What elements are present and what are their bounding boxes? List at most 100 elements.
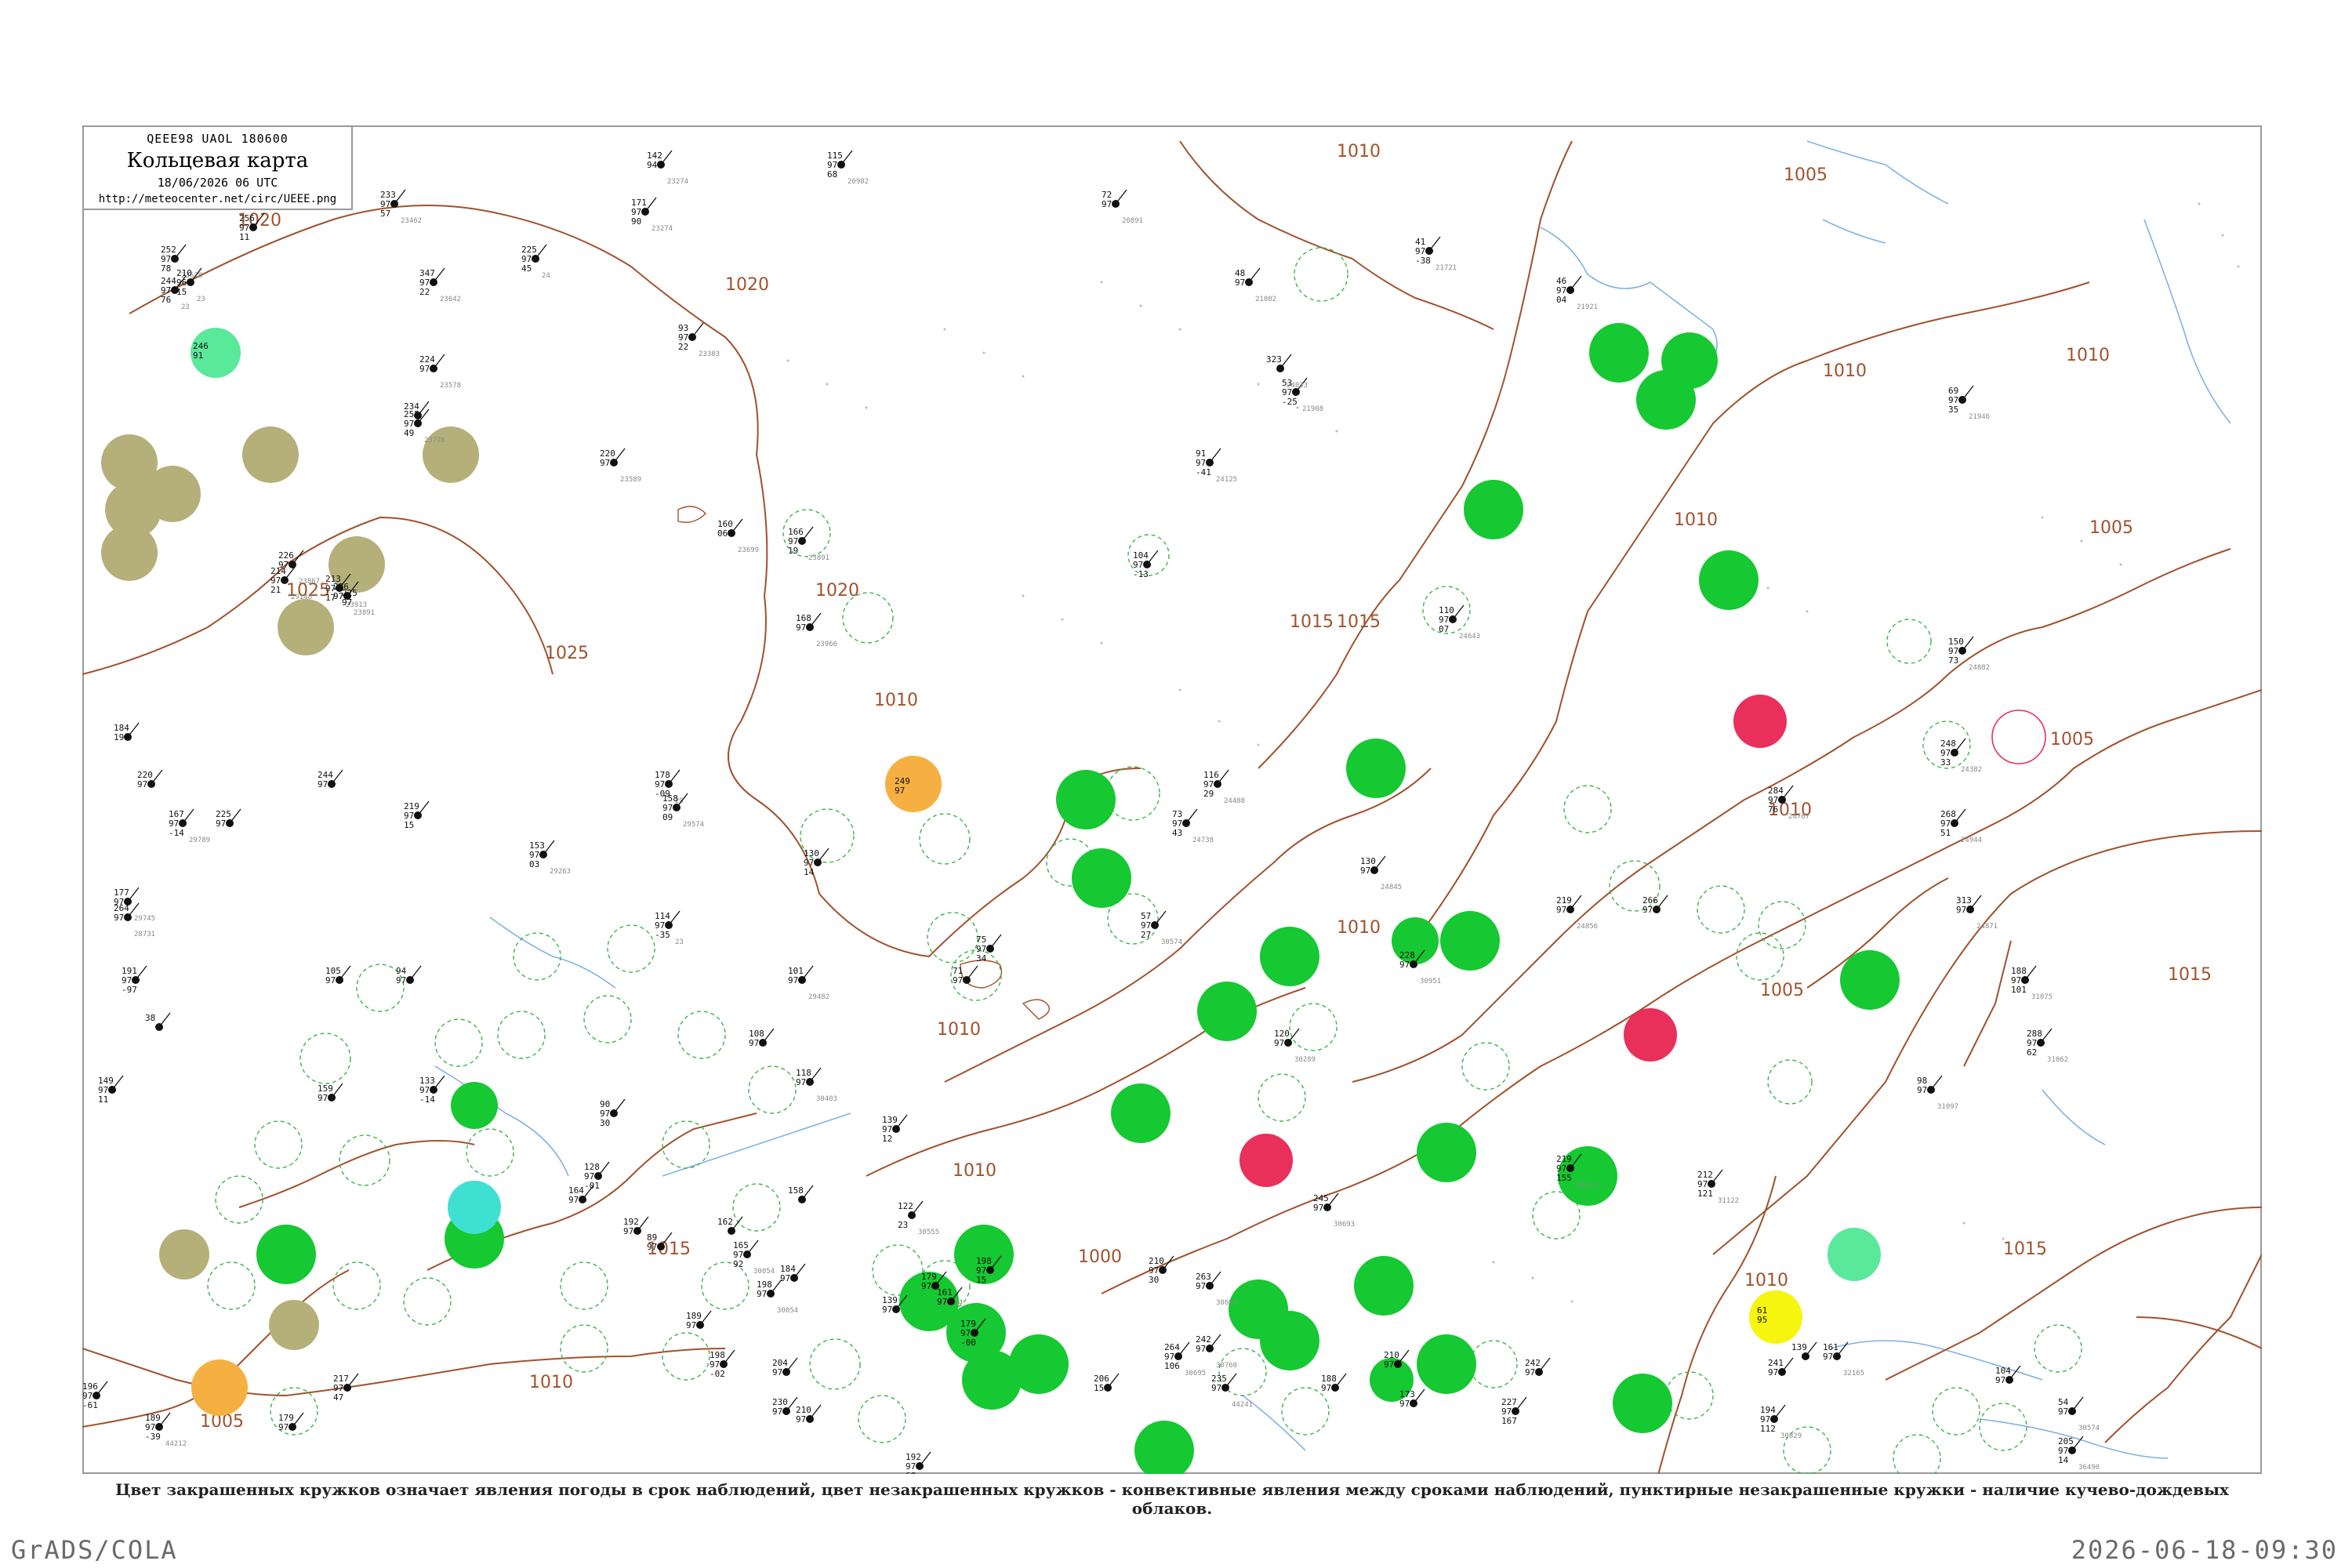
station-pressure: 97	[216, 818, 226, 829]
station-plot: 10597	[325, 965, 351, 985]
wind-barb	[1115, 189, 1127, 205]
station-index: 23383	[699, 350, 720, 358]
station-plot: 12897-01	[584, 1161, 610, 1191]
station-dewpoint: 155	[1556, 1173, 1572, 1183]
wind-barb	[1107, 1373, 1120, 1388]
rain-circle	[1464, 480, 1523, 539]
wind-barb	[433, 354, 445, 369]
station-index: 30289	[1294, 1056, 1316, 1064]
station-plot: 1600623699	[717, 518, 759, 554]
station-index: 20982	[848, 178, 869, 186]
wind-barb	[1428, 236, 1441, 252]
station-dewpoint: 167	[1501, 1416, 1517, 1426]
wind-barb	[2071, 1396, 2084, 1412]
station-index: 30054	[777, 1307, 798, 1315]
station-index: 24767	[1788, 813, 1809, 821]
station-index: 32165	[1843, 1370, 1864, 1377]
station-dewpoint: -25	[1282, 397, 1298, 407]
station-dewpoint: 21	[270, 585, 281, 595]
station-dewpoint: 04	[1556, 295, 1567, 305]
bulletin-code: QEEE98 UAOL 180600	[147, 132, 289, 146]
station-plot: 1689723966	[796, 612, 837, 648]
station-index: 21908	[1302, 405, 1323, 413]
orange-circle	[885, 756, 942, 812]
station-index: 23867	[299, 578, 320, 586]
station-pressure: 97	[1196, 1281, 1206, 1291]
station-index: 23578	[440, 382, 461, 390]
station-index: 23462	[401, 217, 422, 225]
station-index: 24125	[1216, 476, 1237, 484]
station-dewpoint: 121	[1697, 1189, 1713, 1199]
source-link[interactable]: http://meteocenter.net/circ/UEEE.png	[84, 193, 351, 205]
wind-barb	[1930, 1075, 1943, 1091]
station-plot: 21097	[796, 1404, 822, 1425]
station-plot: 15997	[318, 1083, 343, 1103]
wind-barb	[817, 848, 829, 863]
station-dewpoint: 33	[1940, 757, 1951, 768]
station-plot: 7197	[953, 965, 978, 985]
station-plot: 2199724856	[1556, 895, 1598, 931]
rain-circle	[256, 1225, 316, 1284]
station-pressure: 97	[796, 622, 806, 633]
station-pressure: 19	[114, 732, 124, 742]
station-plot: 909730	[600, 1098, 626, 1128]
wind-barb	[1327, 1192, 1339, 1208]
station-index: 23642	[440, 296, 461, 303]
snow-circle	[1828, 1228, 1881, 1281]
station-index: 44212	[165, 1440, 187, 1448]
station-pressure: 97	[1321, 1383, 1331, 1393]
station-plot: 233975723462	[380, 189, 422, 225]
station-index: 29482	[808, 993, 829, 1001]
wind-barb	[409, 965, 422, 981]
wind-barb	[229, 808, 241, 824]
station-plot: 23097	[772, 1396, 798, 1417]
rain-circle	[1840, 950, 1900, 1010]
circle-pressure: 97	[342, 597, 352, 608]
station-plot: 10497	[1995, 1365, 2021, 1385]
wind-barb	[1209, 1334, 1221, 1349]
station-pressure: 97	[953, 975, 963, 985]
station-index: 23699	[738, 546, 759, 554]
station-dewpoint: 57	[380, 209, 390, 219]
wind-barb	[1962, 636, 1974, 652]
station-dewpoint: 101	[2011, 985, 2027, 995]
station-plot: 3139724871	[1956, 895, 1998, 931]
wind-barb	[801, 526, 814, 542]
station-plot: 1399712	[882, 1114, 908, 1144]
station-index: 21921	[1577, 303, 1598, 311]
station-index: 23776	[424, 437, 445, 445]
station-plot: 2639730697	[1196, 1271, 1237, 1307]
wind-barb	[660, 150, 673, 165]
graticule-layer	[786, 202, 2240, 1303]
haze-circle	[269, 1300, 319, 1350]
wind-barb	[746, 1240, 759, 1255]
haze-circle	[159, 1229, 209, 1279]
station-plot: 989731097	[1917, 1075, 1958, 1111]
station-plot: 162	[717, 1216, 743, 1235]
station-plot: 4197-3821721	[1415, 236, 1457, 272]
station-dewpoint: -35	[655, 930, 670, 940]
wind-barb	[182, 808, 194, 824]
station-index: 23	[197, 296, 205, 303]
wind-barb	[158, 1412, 171, 1428]
wind-barb	[1570, 895, 1582, 910]
station-plot: 139	[1791, 1341, 1817, 1360]
station-plot: 165979230054	[733, 1240, 775, 1276]
footer-software: GrADS/COLA	[11, 1535, 178, 1565]
wind-barb	[597, 1161, 610, 1177]
station-dewpoint: -39	[145, 1432, 161, 1442]
station-plot: 2199715	[404, 800, 430, 830]
station-dewpoint: 35	[1948, 405, 1958, 415]
station-index: 30695	[1185, 1370, 1206, 1377]
haze-circle	[101, 524, 158, 581]
thunder-circle	[1733, 695, 1787, 748]
haze-circle	[242, 426, 299, 483]
station-plot: 1429423274	[647, 150, 688, 186]
rain-circle	[1661, 332, 1718, 389]
station-pressure: 97	[921, 1281, 931, 1291]
wind-barb	[668, 910, 681, 926]
station-plot: 19697-61	[82, 1381, 108, 1410]
station-pressure: 97	[600, 458, 610, 468]
filled-circles-layer	[101, 323, 1900, 1474]
station-pressure: 97	[1956, 905, 1966, 915]
